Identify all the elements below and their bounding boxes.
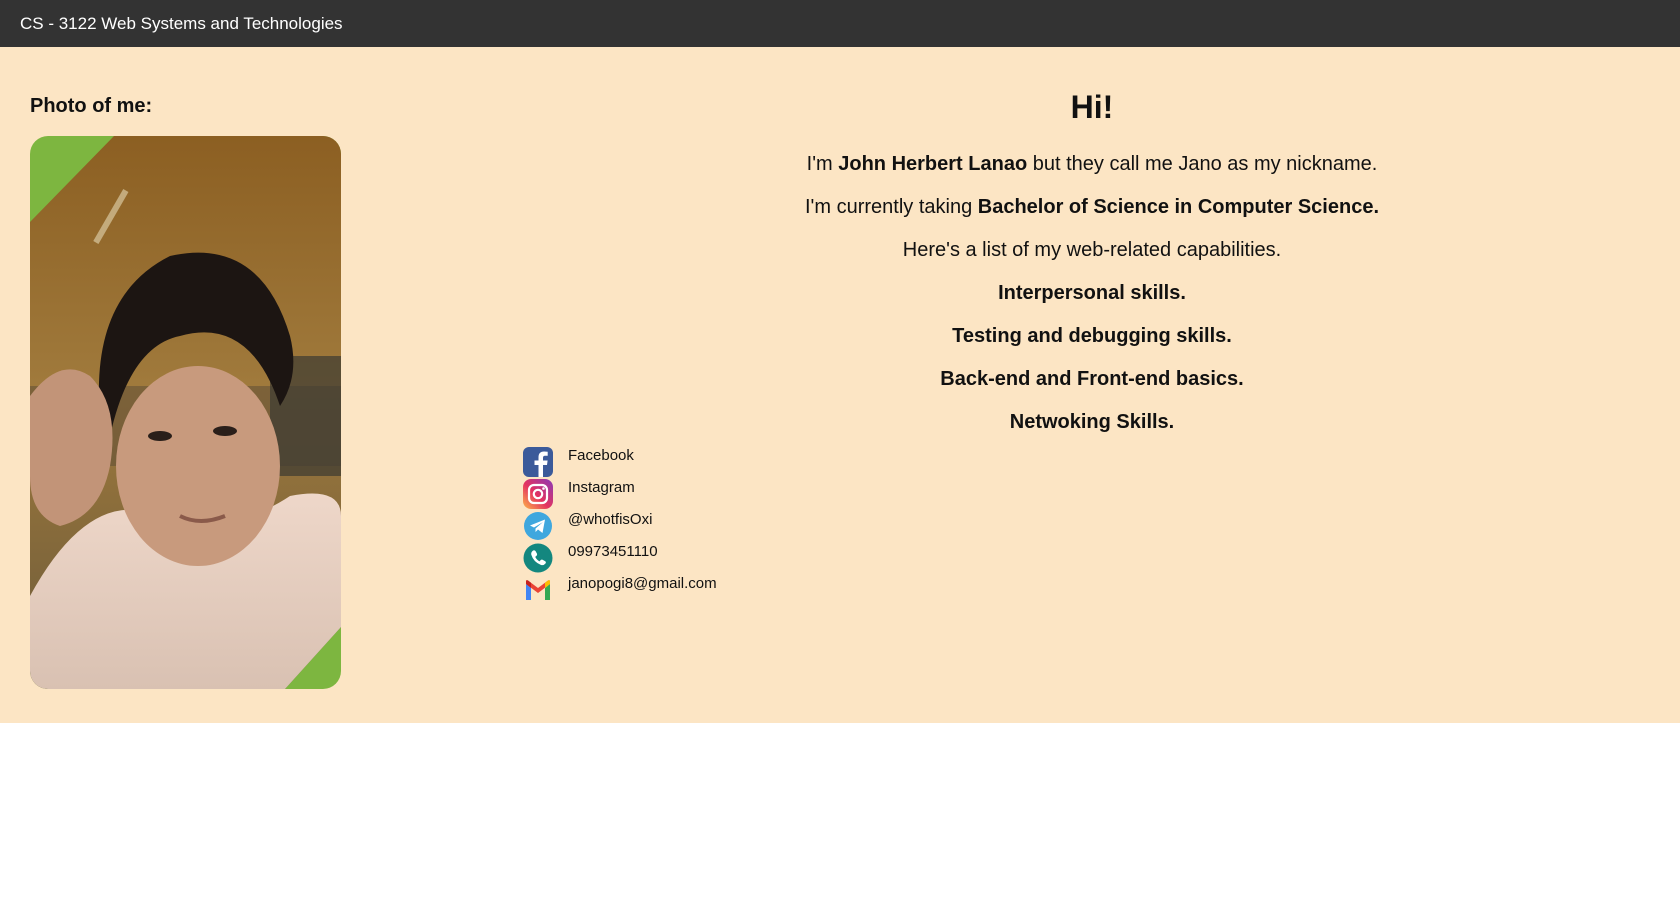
gmail-icon [526,580,550,600]
contact-text[interactable]: 09973451110 [568,543,658,561]
greeting-heading: Hi! [1070,89,1114,125]
contact-phone[interactable]: 09973451110 [523,543,717,575]
contact-email[interactable]: janopogi8@gmail.com [523,575,717,607]
contact-facebook[interactable]: Facebook [523,447,717,479]
main-section: Photo of me: Hi! I'm John Herbert Lanao … [0,47,1680,723]
telegram-icon [524,512,552,540]
intro-line-name: I'm John Herbert Lanao but they call me … [700,143,1484,186]
intro-line-course-prefix: I'm currently taking [805,196,978,218]
facebook-icon [523,447,553,477]
profile-photo [30,136,341,689]
contact-text[interactable]: @whotfisOxi [568,511,652,529]
contact-text[interactable]: Facebook [568,447,634,465]
contact-telegram[interactable]: @whotfisOxi [523,511,717,543]
skill-item: Interpersonal skills. [998,282,1186,304]
skill-item: Netwoking Skills. [1009,411,1175,433]
contact-instagram[interactable]: Instagram [523,479,717,511]
instagram-icon [523,479,553,509]
top-navbar: CS - 3122 Web Systems and Technologies [0,0,1680,47]
intro-line-name-suffix: but they call me Jano as my nickname. [1027,153,1378,175]
contact-text[interactable]: Instagram [568,479,635,497]
phone-icon [523,543,553,573]
site-title: CS - 3122 Web Systems and Technologies [20,13,343,33]
intro-line-name-prefix: I'm [806,153,839,175]
course-name: Bachelor of Science in Computer Science. [977,196,1379,218]
skill-item: Testing and debugging skills. [952,325,1232,347]
capabilities-intro: Here's a list of my web-related capabili… [902,239,1282,261]
skill-item: Back-end and Front-end basics. [940,368,1244,390]
contact-list: Facebook Instagram @whotfisOxi 099734511… [523,447,717,607]
intro-section: Hi! I'm John Herbert Lanao but they call… [700,87,1484,444]
intro-line-course: I'm currently taking Bachelor of Science… [700,186,1484,229]
profile-photo-image [30,136,341,689]
full-name: John Herbert Lanao [838,153,1028,175]
contact-text[interactable]: janopogi8@gmail.com [568,575,717,593]
photo-label: Photo of me: [30,95,153,117]
